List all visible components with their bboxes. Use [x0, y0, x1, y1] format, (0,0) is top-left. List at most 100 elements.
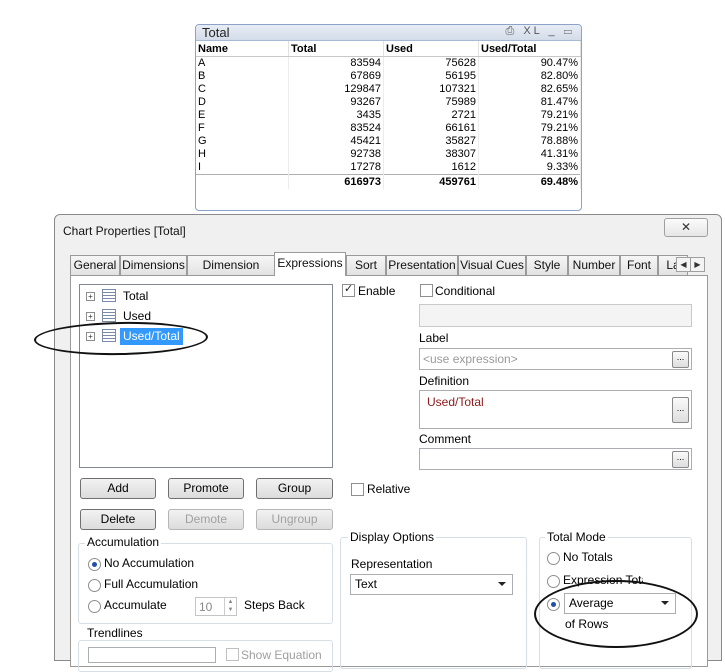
delete-button[interactable]: Delete — [80, 509, 156, 530]
table-row[interactable]: F 83524 66161 79.21% — [196, 122, 581, 135]
table-cell-value: 56195 — [383, 70, 479, 83]
relative-label: Relative — [367, 482, 411, 496]
total-cell — [196, 174, 289, 189]
ungroup-button[interactable]: Ungroup — [256, 509, 333, 530]
table-cell-value: 35827 — [383, 135, 479, 148]
representation-value: Text — [355, 577, 378, 591]
totals-row: 616973 459761 69.48% — [196, 174, 581, 189]
show-equation-checkbox[interactable] — [226, 648, 239, 661]
definition-ellipsis-button[interactable]: ... — [672, 397, 689, 423]
table-cell-value: 92738 — [288, 148, 384, 161]
total-mode-title: Total Mode — [545, 530, 608, 544]
annotation-circle-total-mode — [534, 580, 698, 648]
trendlines-list[interactable] — [88, 647, 216, 663]
table-cell-name: C — [196, 83, 289, 96]
table-title: Total — [202, 25, 230, 40]
comment-ellipsis-button[interactable]: ... — [672, 451, 689, 468]
accumulation-title: Accumulation — [85, 535, 162, 549]
table-cell-value: 82.80% — [478, 70, 581, 83]
tab-general[interactable]: General — [70, 255, 120, 275]
comment-caption: Comment — [419, 432, 472, 446]
conditional-field[interactable] — [419, 304, 692, 327]
accumulate-radio[interactable] — [88, 600, 101, 613]
comment-field[interactable] — [419, 448, 692, 470]
show-equation-label: Show Equation — [241, 648, 322, 662]
table-row[interactable]: A 83594 75628 90.47% — [196, 56, 581, 70]
column-header-used[interactable]: Used — [383, 41, 479, 57]
straight-table-object[interactable]: Total ⎙ XL _ ▭ Name Total Used Used/Tota… — [195, 24, 582, 211]
tab-scroll-left-icon[interactable]: ◀ — [676, 257, 691, 272]
print-icon[interactable]: ⎙ — [505, 25, 517, 37]
table-cell-value: 83524 — [288, 122, 384, 135]
table-cell-value: 82.65% — [478, 83, 581, 96]
definition-caption: Definition — [419, 374, 470, 388]
expression-total-radio[interactable] — [547, 575, 560, 588]
enable-label: Enable — [358, 284, 396, 298]
expression-list[interactable]: + Total + Used + Used/Total — [79, 284, 333, 468]
promote-button[interactable]: Promote — [168, 478, 244, 499]
table-row[interactable]: D 93267 75989 81.47% — [196, 96, 581, 109]
label-ellipsis-button[interactable]: ... — [672, 351, 689, 368]
no-totals-radio[interactable] — [547, 552, 560, 565]
table-cell-value: 90.47% — [478, 56, 581, 70]
tab-number[interactable]: Number — [568, 255, 620, 275]
table-cell-name: F — [196, 122, 289, 135]
enable-checkbox[interactable] — [342, 282, 355, 297]
table-row[interactable]: G 45421 35827 78.88% — [196, 135, 581, 148]
definition-field[interactable]: Used/Total — [419, 390, 692, 429]
close-button[interactable]: ✕ — [664, 218, 708, 237]
tab-dimension-limits[interactable]: Dimension Limits — [187, 255, 275, 291]
tab-visual-cues[interactable]: Visual Cues — [458, 255, 526, 275]
table-cell-value: 66161 — [383, 122, 479, 135]
minimize-icon[interactable]: _ — [548, 25, 557, 37]
table-cell-value: 75989 — [383, 96, 479, 109]
table-cell-value: 38307 — [383, 148, 479, 161]
table-cell-value: 75628 — [383, 56, 479, 70]
total-cell: 616973 — [288, 174, 384, 189]
table-cell-value: 107321 — [383, 83, 479, 96]
table-cell-value: 41.31% — [478, 148, 581, 161]
table-row[interactable]: C 129847 107321 82.65% — [196, 83, 581, 96]
tab-dimensions[interactable]: Dimensions — [120, 255, 187, 275]
table-cell-value: 129847 — [288, 83, 384, 96]
label-field[interactable]: <use expression> — [419, 348, 692, 370]
group-button[interactable]: Group — [256, 478, 333, 499]
xl-icon[interactable]: XL — [523, 25, 542, 37]
table-cell-value: 79.21% — [478, 122, 581, 135]
tab-sort[interactable]: Sort — [346, 255, 386, 275]
maximize-icon[interactable]: ▭ — [564, 25, 575, 37]
tab-scroll-right-icon[interactable]: ▶ — [690, 257, 705, 272]
representation-caption: Representation — [351, 557, 433, 571]
label-caption: Label — [419, 331, 449, 345]
tab-style[interactable]: Style — [526, 255, 568, 275]
spin-arrows-icon[interactable]: ▲ ▼ — [224, 598, 236, 615]
table-cell-name: I — [196, 161, 289, 175]
table-row[interactable]: E 3435 2721 79.21% — [196, 109, 581, 122]
table-cell-value: 9.33% — [478, 161, 581, 175]
table-cell-value: 78.88% — [478, 135, 581, 148]
total-cell: 69.48% — [478, 174, 581, 189]
conditional-checkbox[interactable] — [420, 284, 433, 297]
table-cell-name: E — [196, 109, 289, 122]
no-accumulation-radio[interactable] — [88, 558, 101, 571]
table-row[interactable]: B 67869 56195 82.80% — [196, 70, 581, 83]
column-header-total[interactable]: Total — [288, 41, 384, 57]
table-cell-value: 83594 — [288, 56, 384, 70]
full-accumulation-radio[interactable] — [88, 579, 101, 592]
relative-checkbox[interactable] — [351, 483, 364, 496]
tab-font[interactable]: Font — [620, 255, 658, 275]
expand-icon[interactable]: + — [86, 292, 95, 301]
table-row[interactable]: H 92738 38307 41.31% — [196, 148, 581, 161]
table-caption-bar[interactable]: Total ⎙ XL _ ▭ — [196, 25, 581, 41]
demote-button[interactable]: Demote — [168, 509, 244, 530]
add-button[interactable]: Add — [80, 478, 156, 499]
steps-back-spinner[interactable]: 10 ▲ ▼ — [195, 597, 237, 616]
column-header-name[interactable]: Name — [196, 41, 289, 57]
tab-presentation[interactable]: Presentation — [386, 255, 458, 275]
table-row[interactable]: I 17278 1612 9.33% — [196, 161, 581, 175]
tab-expressions[interactable]: Expressions — [274, 252, 346, 276]
representation-select[interactable]: Text — [350, 574, 513, 595]
expand-icon[interactable]: + — [86, 312, 95, 321]
table-header-row: Name Total Used Used/Total — [196, 41, 581, 57]
column-header-used-total[interactable]: Used/Total — [478, 41, 581, 57]
